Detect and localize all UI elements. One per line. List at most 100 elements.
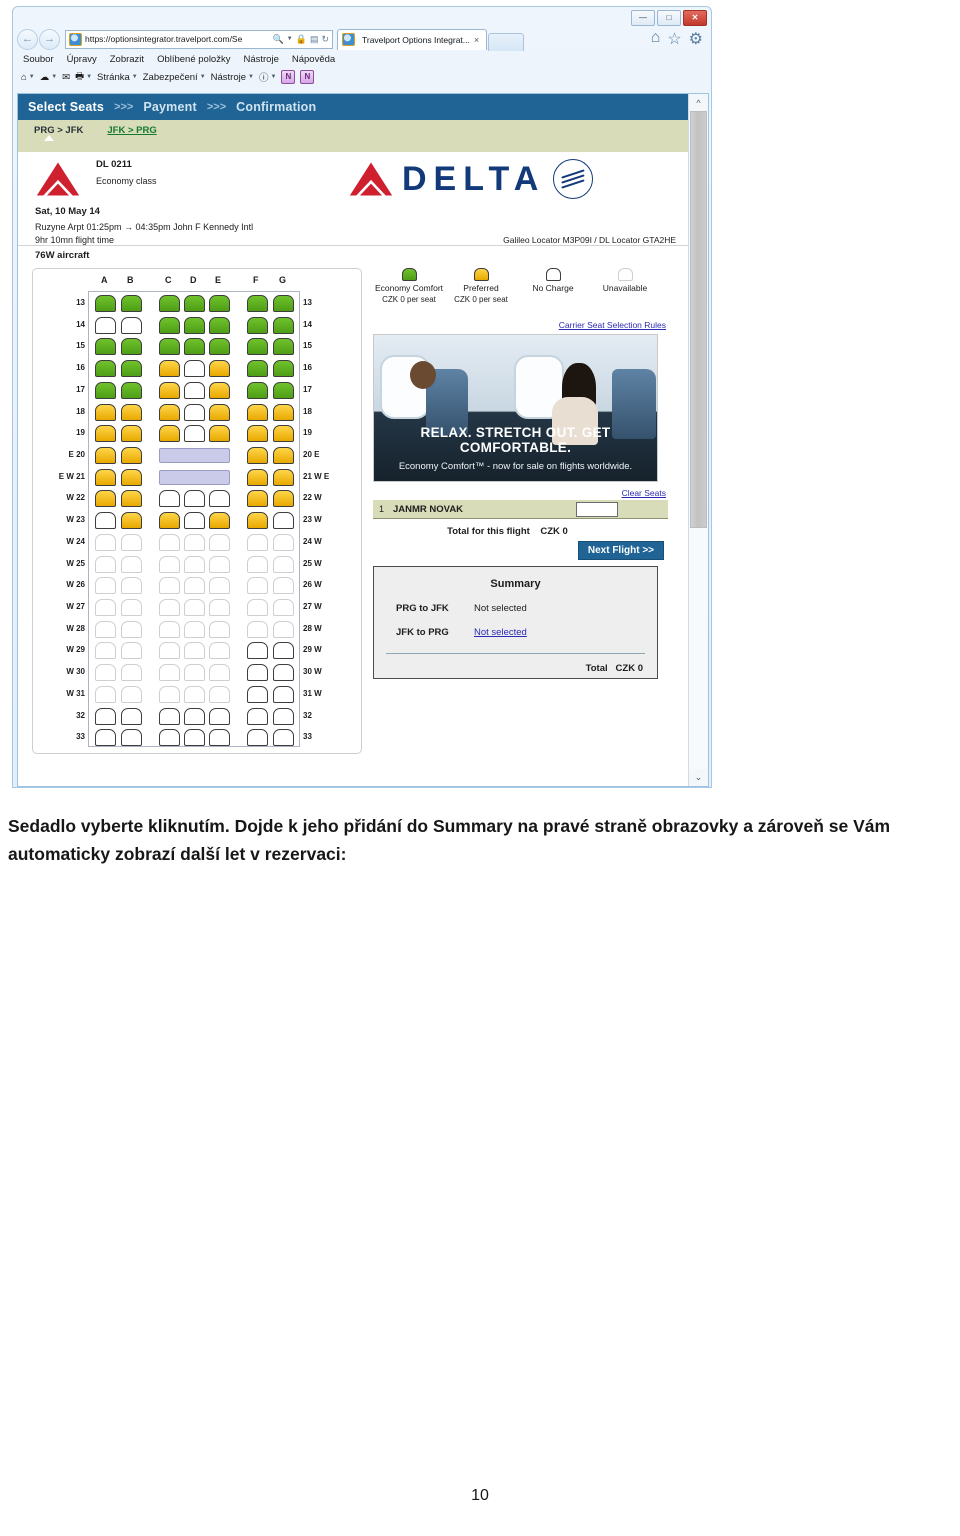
maximize-button[interactable]: □	[657, 10, 681, 26]
cmd-mail-icon[interactable]: ✉	[62, 72, 70, 83]
seat-W23-E[interactable]	[209, 512, 230, 530]
seat-33-G[interactable]	[273, 729, 294, 747]
back-arrow-icon[interactable]: ←	[17, 28, 38, 50]
forward-arrow-icon[interactable]: →	[39, 28, 60, 50]
seat-18-A[interactable]	[95, 403, 116, 421]
clear-seats-link[interactable]: Clear Seats	[373, 488, 668, 498]
seat-W29-F[interactable]	[247, 642, 268, 660]
seat-15-A[interactable]	[95, 338, 116, 356]
seat-EW21-A[interactable]	[95, 468, 116, 486]
seat-13-C[interactable]	[159, 295, 180, 312]
menu-item-napoveda[interactable]: Nápověda	[292, 54, 335, 65]
seat-33-A[interactable]	[95, 729, 116, 747]
compatibility-view-icon[interactable]: ▤	[310, 34, 319, 45]
seat-15-B[interactable]	[121, 338, 142, 356]
seat-14-F[interactable]	[247, 316, 268, 334]
onenote-send-icon[interactable]: N	[281, 70, 296, 84]
seat-W30-F[interactable]	[247, 664, 268, 682]
seat-13-G[interactable]	[273, 295, 294, 312]
seat-18-B[interactable]	[121, 403, 142, 421]
seat-32-E[interactable]	[209, 707, 230, 725]
tools-gear-icon[interactable]: ⚙	[689, 29, 703, 49]
chevron-down-icon[interactable]: ▼	[287, 36, 293, 42]
seat-EW21-B[interactable]	[121, 468, 142, 486]
step-payment[interactable]: Payment	[143, 100, 197, 114]
search-icon[interactable]: 🔍	[273, 34, 284, 45]
seat-13-E[interactable]	[209, 295, 230, 312]
menu-item-zobrazit[interactable]: Zobrazit	[110, 54, 144, 65]
seat-W22-B[interactable]	[121, 490, 142, 508]
seat-W22-A[interactable]	[95, 490, 116, 508]
seat-32-B[interactable]	[121, 707, 142, 725]
seat-15-D[interactable]	[184, 338, 205, 356]
seat-14-C[interactable]	[159, 316, 180, 334]
seat-14-B[interactable]	[121, 316, 142, 334]
seat-19-D[interactable]	[184, 425, 205, 443]
seat-18-C[interactable]	[159, 403, 180, 421]
carrier-seat-rules-link[interactable]: Carrier Seat Selection Rules	[373, 320, 668, 330]
seat-13-B[interactable]	[121, 295, 142, 312]
onenote-icon[interactable]: N	[300, 70, 315, 84]
seat-33-D[interactable]	[184, 729, 205, 747]
seat-19-A[interactable]	[95, 425, 116, 443]
refresh-icon[interactable]: ↻	[321, 34, 329, 45]
seat-33-E[interactable]	[209, 729, 230, 747]
seat-W23-D[interactable]	[184, 512, 205, 530]
step-select-seats[interactable]: Select Seats	[28, 100, 104, 114]
cmd-home-icon[interactable]: ⌂ ▼	[21, 72, 35, 83]
seat-17-G[interactable]	[273, 381, 294, 399]
seat-17-D[interactable]	[184, 381, 205, 399]
address-bar[interactable]: https://optionsintegrator.travelport.com…	[65, 29, 333, 49]
seat-W31-F[interactable]	[247, 685, 268, 703]
seat-16-G[interactable]	[273, 360, 294, 378]
seat-W23-B[interactable]	[121, 512, 142, 530]
menu-item-oblibene-polozky[interactable]: Oblíbené položky	[157, 54, 230, 65]
home-icon[interactable]: ⌂	[651, 29, 661, 49]
seat-W22-D[interactable]	[184, 490, 205, 508]
seat-16-B[interactable]	[121, 360, 142, 378]
close-button[interactable]: ✕	[683, 10, 707, 26]
seat-14-D[interactable]	[184, 316, 205, 334]
seat-14-E[interactable]	[209, 316, 230, 334]
cmd-feeds-icon[interactable]: ☁ ▼	[40, 72, 57, 83]
seat-19-E[interactable]	[209, 425, 230, 443]
seat-17-C[interactable]	[159, 381, 180, 399]
seat-13-A[interactable]	[95, 295, 116, 312]
next-flight-button[interactable]: Next Flight >>	[577, 541, 664, 560]
seat-16-A[interactable]	[95, 360, 116, 378]
seat-W30-G[interactable]	[273, 664, 294, 682]
seat-15-F[interactable]	[247, 338, 268, 356]
seat-16-E[interactable]	[209, 360, 230, 378]
seat-32-A[interactable]	[95, 707, 116, 725]
seat-W22-E[interactable]	[209, 490, 230, 508]
seat-18-E[interactable]	[209, 403, 230, 421]
seat-16-C[interactable]	[159, 360, 180, 378]
seat-15-G[interactable]	[273, 338, 294, 356]
seat-W23-F[interactable]	[247, 512, 268, 530]
seat-W29-G[interactable]	[273, 642, 294, 660]
seat-14-G[interactable]	[273, 316, 294, 334]
scrollbar-track[interactable]	[689, 111, 708, 769]
seat-13-F[interactable]	[247, 295, 268, 312]
menu-item-nastroje[interactable]: Nástroje	[243, 54, 278, 65]
seat-W31-G[interactable]	[273, 685, 294, 703]
seat-13-D[interactable]	[184, 295, 205, 312]
seat-E20-A[interactable]	[95, 447, 116, 464]
seat-W22-F[interactable]	[247, 490, 268, 508]
vertical-scrollbar[interactable]: ^ ⌄	[688, 94, 708, 786]
seat-32-G[interactable]	[273, 707, 294, 725]
new-tab-button[interactable]	[488, 33, 524, 51]
cmd-stranka-button[interactable]: Stránka ▼	[97, 72, 138, 83]
cmd-zabezpeceni-button[interactable]: Zabezpečení ▼	[143, 72, 206, 83]
seat-33-C[interactable]	[159, 729, 180, 747]
seat-EW21-F[interactable]	[247, 468, 268, 486]
seat-16-F[interactable]	[247, 360, 268, 378]
seat-19-G[interactable]	[273, 425, 294, 443]
seat-32-C[interactable]	[159, 707, 180, 725]
seat-18-G[interactable]	[273, 403, 294, 421]
seat-19-B[interactable]	[121, 425, 142, 443]
seat-17-E[interactable]	[209, 381, 230, 399]
menu-item-upravy[interactable]: Úpravy	[67, 54, 97, 65]
leg-tab-jfk-prg[interactable]: JFK > PRG	[107, 125, 156, 136]
seat-18-F[interactable]	[247, 403, 268, 421]
